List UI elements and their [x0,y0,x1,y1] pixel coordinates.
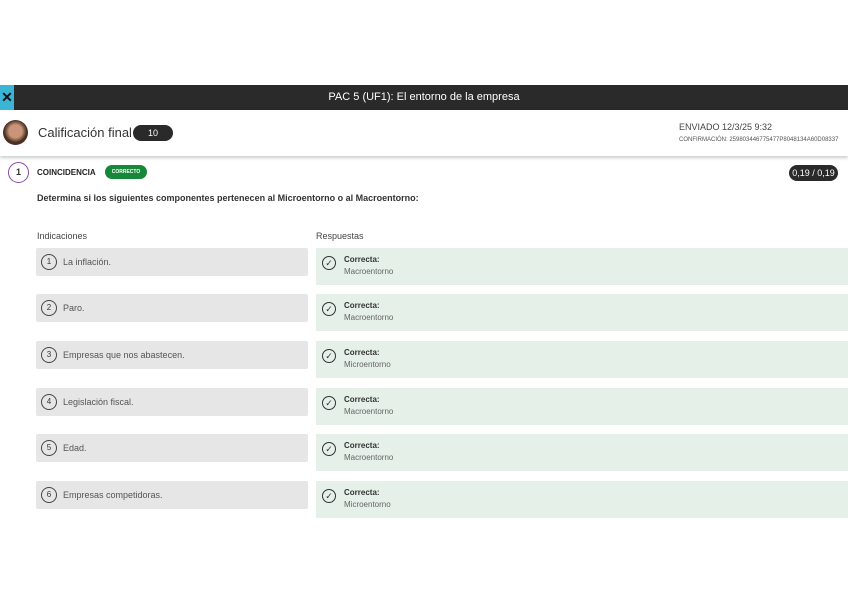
grade-badge: 10 [133,125,173,141]
match-row: 5 Edad. ✓ Correcta: Macroentorno [0,434,848,474]
check-circle-icon: ✓ [322,349,336,363]
match-row: 2 Paro. ✓ Correcta: Macroentorno [0,294,848,334]
match-row: 6 Empresas competidoras. ✓ Correcta: Microe… [0,481,848,521]
answer-text: Macroentorno [344,267,394,276]
answer-text: Macroentorno [344,453,394,462]
answer-box: ✓ Correcta: Macroentorno [316,294,848,331]
answer-text: Macroentorno [344,313,394,322]
prompt-text: Paro. [63,303,85,313]
prompt-number: 1 [41,254,57,270]
check-circle-icon: ✓ [322,442,336,456]
prompt-number: 3 [41,347,57,363]
prompt-box: 4 Legislación fiscal. [36,388,308,416]
answer-box: ✓ Correcta: Macroentorno [316,388,848,425]
answer-box: ✓ Correcta: Microentorno [316,341,848,378]
answer-text: Microentorno [344,360,391,369]
question-number: 1 [8,162,29,183]
prompt-text: Edad. [63,443,87,453]
prompt-box: 5 Edad. [36,434,308,462]
check-circle-icon: ✓ [322,302,336,316]
prompt-text: Empresas competidoras. [63,490,163,500]
question-type: COINCIDENCIA [37,168,96,177]
status-badge: CORRECTO [105,165,147,179]
prompt-box: 2 Paro. [36,294,308,322]
check-circle-icon: ✓ [322,256,336,270]
check-circle-icon: ✓ [322,396,336,410]
sent-timestamp: ENVIADO 12/3/25 9:32 [679,122,773,132]
prompt-number: 5 [41,440,57,456]
result-label: Correcta: [344,348,380,357]
check-circle-icon: ✓ [322,489,336,503]
match-row: 1 La inflación. ✓ Correcta: Macroentorno [0,248,848,288]
close-button[interactable]: ✕ [0,85,14,110]
prompt-text: Legislación fiscal. [63,397,134,407]
top-bar: ✕ PAC 5 (UF1): El entorno de la empresa [0,85,848,110]
score-badge: 0,19 / 0,19 [789,165,838,181]
column-header-indicaciones: Indicaciones [37,231,88,241]
question-instruction: Determina si los siguientes componentes … [37,193,419,203]
answer-box: ✓ Correcta: Macroentorno [316,248,848,285]
prompt-box: 6 Empresas competidoras. [36,481,308,509]
result-label: Correcta: [344,255,380,264]
prompt-number: 4 [41,394,57,410]
result-label: Correcta: [344,441,380,450]
prompt-number: 2 [41,300,57,316]
prompt-text: La inflación. [63,257,112,267]
grade-header: Calificación final 10 ENVIADO 12/3/25 9:… [0,110,848,156]
answer-text: Macroentorno [344,407,394,416]
answer-box: ✓ Correcta: Macroentorno [316,434,848,471]
column-header-respuestas: Respuestas [316,231,364,241]
prompt-box: 3 Empresas que nos abastecen. [36,341,308,369]
answer-text: Microentorno [344,500,391,509]
match-row: 4 Legislación fiscal. ✓ Correcta: Macroento… [0,388,848,428]
answer-box: ✓ Correcta: Microentorno [316,481,848,518]
prompt-number: 6 [41,487,57,503]
grade-label: Calificación final [38,125,132,140]
avatar [3,120,28,145]
result-label: Correcta: [344,395,380,404]
result-label: Correcta: [344,488,380,497]
match-row: 3 Empresas que nos abastecen. ✓ Correcta: M… [0,341,848,381]
prompt-text: Empresas que nos abastecen. [63,350,185,360]
confirmation-code: CONFIRMACIÓN: 259803446775477P8048134A60… [679,137,839,143]
result-label: Correcta: [344,301,380,310]
prompt-box: 1 La inflación. [36,248,308,276]
page-title: PAC 5 (UF1): El entorno de la empresa [328,91,520,103]
